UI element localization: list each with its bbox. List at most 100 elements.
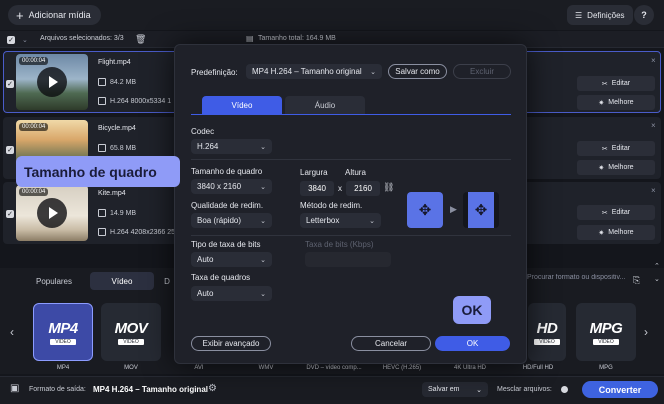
tab-video[interactable]: Vídeo	[90, 272, 154, 290]
divider	[191, 235, 511, 236]
video-thumbnail-flight[interactable]: 00:00:04	[16, 54, 88, 110]
file-icon: ▤	[246, 34, 254, 43]
file-checkbox-kite[interactable]: ✓	[6, 210, 14, 218]
file-info: H.264 8000x5334 1	[110, 97, 172, 105]
chevron-right-icon[interactable]: ›	[644, 325, 648, 339]
chevron-down-icon: ⌄	[476, 386, 482, 394]
edit-label: Editar	[611, 80, 631, 87]
edit-button-flight[interactable]: ✂ Editar	[577, 76, 655, 91]
format-search-input[interactable]: Procurar formato ou dispositiv...	[527, 274, 627, 288]
enhance-label: Melhore	[608, 99, 634, 106]
trash-icon[interactable]: 🗑	[135, 34, 146, 45]
total-size-label: Tamanho total: 164.9 MB	[258, 35, 336, 42]
file-size-row: 65.8 MB	[98, 144, 136, 152]
resize-quality-dropdown[interactable]: Boa (rápido) ⌄	[191, 213, 272, 228]
gear-icon[interactable]: ⚙	[208, 383, 217, 394]
chevron-up-icon[interactable]: ⌃	[654, 262, 660, 270]
enhance-icon: ✷	[598, 164, 605, 172]
chevron-down-icon: ⌄	[260, 183, 266, 191]
help-button[interactable]: ?	[634, 5, 654, 25]
scissors-icon: ✂	[601, 145, 608, 153]
resize-method-label: Método de redim.	[300, 201, 363, 210]
file-size-row: 84.2 MB	[98, 78, 136, 86]
file-checkbox-flight[interactable]: ✓	[6, 80, 14, 88]
tab-popular[interactable]: Populares	[18, 272, 90, 290]
tab-device[interactable]: D	[160, 272, 174, 290]
tab-underline	[191, 114, 511, 115]
scissors-icon: ✂	[601, 80, 608, 88]
output-format-label: Formato de saída:	[29, 386, 86, 393]
collapse-icon[interactable]: ⌄	[22, 36, 28, 44]
chevron-down-icon[interactable]: ⌄	[654, 275, 660, 283]
frame-size-label: Tamanho de quadro	[191, 167, 263, 176]
play-icon[interactable]	[37, 67, 67, 97]
video-thumbnail-kite[interactable]: 00:00:04	[16, 185, 88, 241]
framerate-dropdown[interactable]: Auto ⌄	[191, 286, 272, 301]
format-card-mp4[interactable]: MP4 VIDEO	[33, 303, 93, 361]
output-format-value[interactable]: MP4 H.264 – Tamanho original	[93, 385, 208, 394]
settings-button[interactable]: ☰ Definições	[567, 5, 633, 25]
bitrate-input[interactable]	[305, 252, 391, 267]
edit-button-bicycle[interactable]: ✂ Editar	[577, 141, 655, 156]
enhance-button-bicycle[interactable]: ✷ Melhore	[577, 160, 655, 175]
frame-size-dropdown[interactable]: 3840 x 2160 ⌄	[191, 179, 272, 194]
file-checkbox-bicycle[interactable]: ✓	[6, 146, 14, 154]
remove-file-icon[interactable]: ×	[651, 56, 656, 65]
merge-files-toggle[interactable]	[561, 386, 568, 393]
format-card-mpg[interactable]: MPG VIDEO	[576, 303, 636, 361]
select-all-checkbox[interactable]: ✓	[7, 36, 15, 44]
delete-preset-button[interactable]: Excluir	[453, 64, 511, 79]
save-to-dropdown[interactable]: Salvar em ⌄	[422, 382, 488, 397]
film-reel-icon: ✥	[418, 202, 432, 219]
file-info: H.264 4208x2366 25	[110, 228, 175, 236]
remove-file-icon[interactable]: ×	[651, 186, 656, 195]
chevron-left-icon[interactable]: ‹	[10, 325, 14, 339]
width-label: Largura	[300, 168, 328, 177]
link-aspect-icon[interactable]: ⛓	[383, 182, 394, 193]
bitrate-type-label: Tipo de taxa de bits	[191, 240, 261, 249]
times-sign: x	[338, 184, 342, 193]
frame-size-callout: Tamanho de quadro	[16, 156, 180, 187]
preset-dropdown[interactable]: MP4 H.264 – Tamanho original ⌄	[246, 64, 382, 79]
add-media-button[interactable]: + Adicionar mídia	[8, 5, 101, 25]
file-size: 65.8 MB	[110, 144, 137, 152]
resize-method-dropdown[interactable]: Letterbox ⌄	[300, 213, 381, 228]
framerate-label: Taxa de quadros	[191, 273, 251, 282]
bitrate-label: Taxa de bits (Kbps)	[305, 240, 374, 249]
plus-icon: +	[16, 7, 24, 23]
bitrate-type-dropdown[interactable]: Auto ⌄	[191, 252, 272, 267]
codec-dropdown[interactable]: H.264 ⌄	[191, 139, 272, 154]
show-advanced-button[interactable]: Exibir avançado	[191, 336, 271, 351]
chevron-down-icon: ⌄	[260, 217, 266, 225]
add-media-label: Adicionar mídia	[28, 10, 91, 20]
ok-callout: OK	[453, 296, 491, 324]
save-as-button[interactable]: Salvar como	[388, 64, 447, 79]
scissors-icon: ✂	[601, 209, 608, 217]
enhance-button-kite[interactable]: ✷ Melhore	[577, 225, 655, 240]
export-icon[interactable]: ⎘	[633, 275, 640, 286]
convert-button[interactable]: Converter	[582, 381, 658, 398]
file-name: Flight.mp4	[98, 59, 131, 66]
enhance-label: Melhore	[608, 229, 634, 236]
cancel-button[interactable]: Cancelar	[351, 336, 431, 351]
enhance-button-flight[interactable]: ✷ Melhore	[577, 95, 655, 110]
tab-video-settings[interactable]: Vídeo	[202, 96, 282, 114]
edit-button-kite[interactable]: ✂ Editar	[577, 205, 655, 220]
file-size: 14.9 MB	[110, 209, 137, 217]
resize-quality-label: Qualidade de redim.	[191, 201, 264, 210]
enhance-icon: ✷	[598, 229, 605, 237]
tab-audio-settings[interactable]: Áudio	[285, 96, 365, 114]
height-input[interactable]: 2160	[346, 181, 380, 196]
remove-file-icon[interactable]: ×	[651, 121, 656, 130]
format-card-hd[interactable]: HD VIDEO	[528, 303, 566, 361]
files-selected-label: Arquivos selecionados: 3/3	[40, 35, 124, 42]
play-icon[interactable]	[37, 198, 67, 228]
file-name: Kite.mp4	[98, 190, 126, 197]
chevron-down-icon: ⌄	[260, 290, 266, 298]
merge-files-label: Mesclar arquivos:	[497, 386, 552, 393]
file-size-icon	[98, 78, 106, 86]
ok-button[interactable]: OK	[435, 336, 510, 351]
file-info-row: H.264 4208x2366 25	[98, 228, 175, 236]
format-card-mov[interactable]: MOV VIDEO	[101, 303, 161, 361]
width-input[interactable]: 3840	[300, 181, 334, 196]
